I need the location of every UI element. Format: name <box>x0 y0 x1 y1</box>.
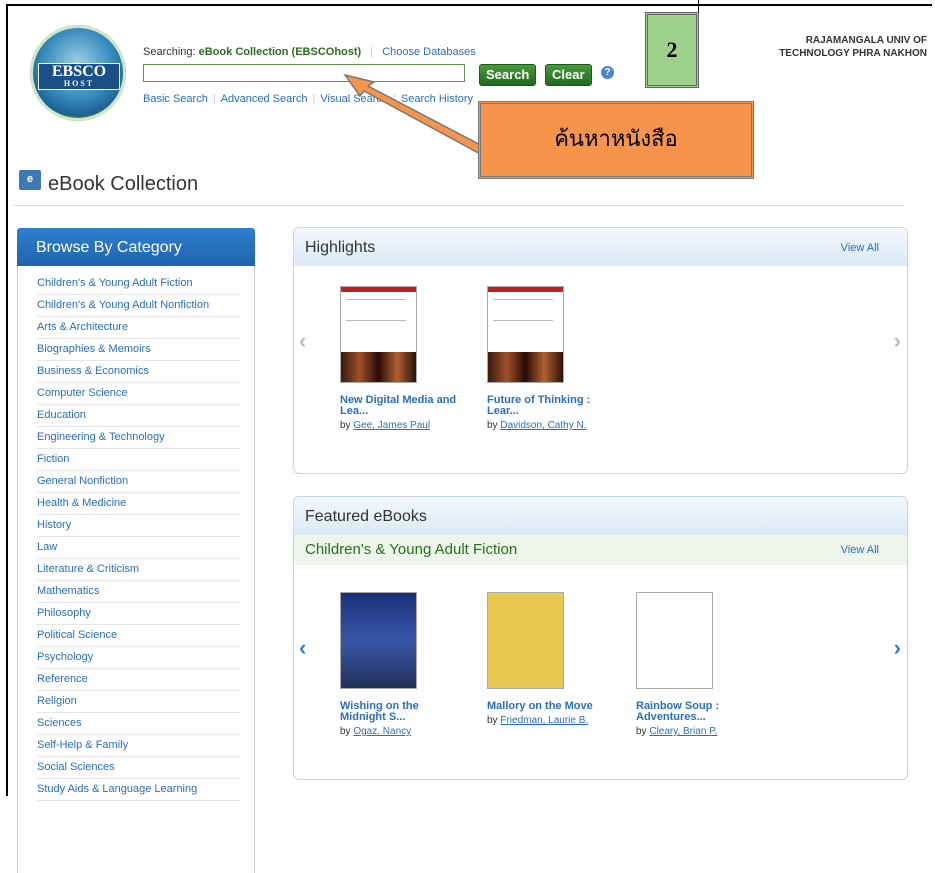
book-cover[interactable] <box>487 592 564 689</box>
searching-line: Searching: eBook Collection (EBSCOhost) … <box>143 46 476 58</box>
searching-label: Searching: <box>143 46 196 58</box>
book-title[interactable]: New Digital Media and Lea... <box>340 395 470 417</box>
book-title[interactable]: Rainbow Soup : Adventures... <box>636 701 766 723</box>
category-link[interactable]: Children's & Young Adult Fiction <box>37 273 240 295</box>
category-link[interactable]: Biographies & Memoirs <box>37 339 240 361</box>
book-card[interactable]: New Digital Media and Lea... by Gee, Jame… <box>340 286 470 431</box>
view-all-link[interactable]: View All <box>841 228 879 268</box>
logo-badge: EBSCO HOST <box>38 63 120 90</box>
ebsco-host-logo[interactable]: EBSCO HOST <box>30 25 126 121</box>
featured-category-header: Children's & Young Adult Fiction View Al… <box>294 535 907 565</box>
highlights-header: Highlights View All <box>294 228 907 266</box>
featured-header: Featured eBooks <box>294 497 907 535</box>
category-link[interactable]: Self-Help & Family <box>37 735 240 757</box>
book-card[interactable]: Future of Thinking : Lear... by Davidson,… <box>487 286 617 431</box>
book-author: by Cleary, Brian P. <box>636 726 718 737</box>
category-link[interactable]: Literature & Criticism <box>37 559 240 581</box>
author-link[interactable]: Friedman, Laurie B. <box>500 715 588 726</box>
category-link[interactable]: Computer Science <box>37 383 240 405</box>
step-connector-line <box>698 0 699 12</box>
category-link[interactable]: Mathematics <box>37 581 240 603</box>
category-link[interactable]: Children's & Young Adult Nonfiction <box>37 295 240 317</box>
category-list: Children's & Young Adult Fiction Childre… <box>17 266 255 873</box>
category-link[interactable]: General Nonfiction <box>37 471 240 493</box>
carousel-prev-icon[interactable]: ‹ <box>299 635 306 661</box>
arrow-icon <box>343 73 492 157</box>
category-link[interactable]: Education <box>37 405 240 427</box>
book-author: by Friedman, Laurie B. <box>487 715 589 726</box>
book-title[interactable]: Mallory on the Move <box>487 701 617 712</box>
book-cover[interactable] <box>340 286 417 383</box>
category-link[interactable]: Business & Economics <box>37 361 240 383</box>
book-cover[interactable] <box>487 286 564 383</box>
divider <box>14 205 904 206</box>
page-title: eBook Collection <box>48 173 199 195</box>
advanced-search-link[interactable]: Advanced Search <box>221 93 308 105</box>
browse-by-category-panel: Browse By Category Children's & Young Ad… <box>17 228 255 873</box>
clear-button[interactable]: Clear <box>545 64 592 86</box>
author-link[interactable]: Ogaz, Nancy <box>353 726 411 737</box>
book-card[interactable]: Mallory on the Move by Friedman, Laurie … <box>487 592 617 726</box>
institution-name: RAJAMANGALA UNIV OF TECHNOLOGY PHRA NAKH… <box>779 35 927 59</box>
category-link[interactable]: Fiction <box>37 449 240 471</box>
database-name: eBook Collection (EBSCOhost) <box>198 46 362 58</box>
category-link[interactable]: Political Science <box>37 625 240 647</box>
category-link[interactable]: Psychology <box>37 647 240 669</box>
highlights-panel: Highlights View All ‹ › New Digital Medi… <box>293 227 908 474</box>
category-link[interactable]: History <box>37 515 240 537</box>
category-link[interactable]: Study Aids & Language Learning <box>37 779 240 801</box>
book-title[interactable]: Wishing on the Midnight S... <box>340 701 470 723</box>
category-link[interactable]: Law <box>37 537 240 559</box>
author-link[interactable]: Davidson, Cathy N. <box>500 420 586 431</box>
book-cover[interactable] <box>340 592 417 689</box>
category-link[interactable]: Religion <box>37 691 240 713</box>
category-link[interactable]: Sciences <box>37 713 240 735</box>
help-icon[interactable]: ? <box>601 66 614 79</box>
category-link[interactable]: Health & Medicine <box>37 493 240 515</box>
choose-databases-link[interactable]: Choose Databases <box>382 46 476 58</box>
author-link[interactable]: Gee, James Paul <box>353 420 430 431</box>
view-all-link[interactable]: View All <box>841 535 879 565</box>
carousel-prev-icon[interactable]: ‹ <box>299 328 306 354</box>
author-link[interactable]: Cleary, Brian P. <box>649 726 717 737</box>
book-author: by Davidson, Cathy N. <box>487 420 587 431</box>
book-title[interactable]: Future of Thinking : Lear... <box>487 395 617 417</box>
book-author: by Gee, James Paul <box>340 420 431 431</box>
basic-search-link[interactable]: Basic Search <box>143 93 208 105</box>
featured-category[interactable]: Children's & Young Adult Fiction <box>305 541 517 558</box>
featured-ebooks-panel: Featured eBooks Children's & Young Adult… <box>293 496 908 780</box>
book-cover[interactable] <box>636 592 713 689</box>
category-link[interactable]: Engineering & Technology <box>37 427 240 449</box>
carousel-next-icon[interactable]: › <box>894 328 901 354</box>
book-card[interactable]: Wishing on the Midnight S... by Ogaz, Nan… <box>340 592 470 737</box>
ebook-icon: e <box>19 170 41 190</box>
highlights-heading: Highlights <box>305 239 376 256</box>
category-link[interactable]: Arts & Architecture <box>37 317 240 339</box>
category-link[interactable]: Social Sciences <box>37 757 240 779</box>
featured-heading: Featured eBooks <box>305 508 427 525</box>
book-card[interactable]: Rainbow Soup : Adventures... by Cleary, B… <box>636 592 766 737</box>
category-link[interactable]: Philosophy <box>37 603 240 625</box>
category-link[interactable]: Reference <box>37 669 240 691</box>
carousel-next-icon[interactable]: › <box>894 635 901 661</box>
browse-heading: Browse By Category <box>17 228 255 266</box>
step-number-badge: 2 <box>645 12 699 88</box>
book-author: by Ogaz, Nancy <box>340 726 412 737</box>
instruction-callout: ค้นหาหนังสือ <box>478 101 754 179</box>
